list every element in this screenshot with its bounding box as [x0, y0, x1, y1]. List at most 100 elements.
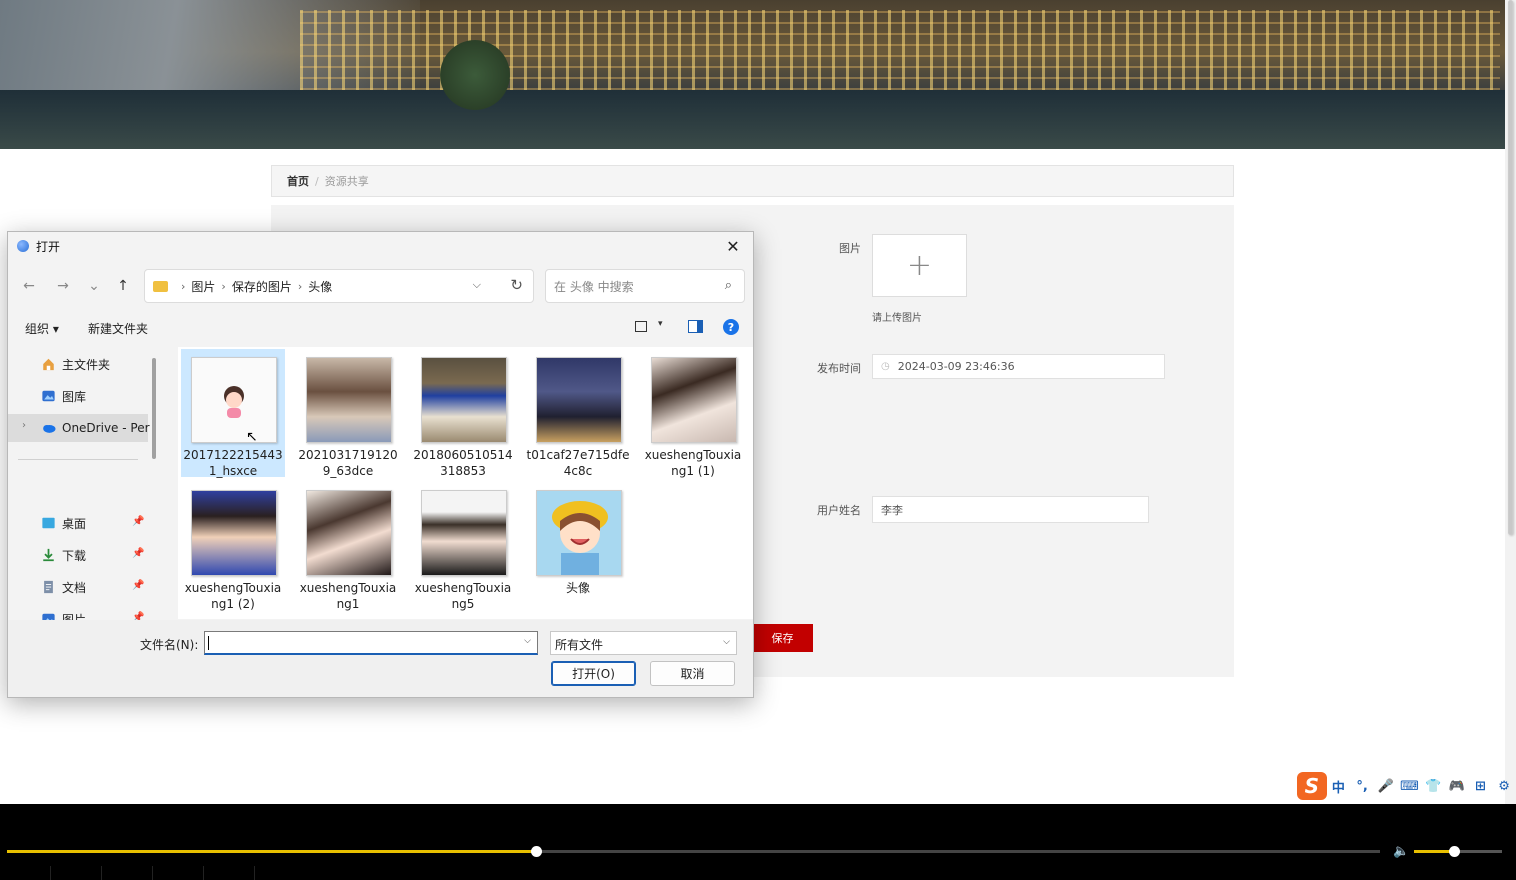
publish-time-value: 2024-03-09 23:46:36 — [897, 360, 1015, 373]
file-item[interactable]: xueshengTouxiang1 — [296, 482, 400, 611]
chevron-down-icon[interactable]: ⌵ — [473, 278, 481, 292]
sidebar-item-pictures[interactable]: 图片 📌 — [8, 605, 148, 620]
ime-punctuation-icon[interactable]: °, — [1350, 779, 1374, 794]
dialog-titlebar[interactable]: 打开 ✕ — [8, 232, 753, 260]
sidebar-item-desktop[interactable]: 桌面 📌 — [8, 509, 148, 537]
ime-keyboard-icon[interactable]: ⌨ — [1398, 779, 1422, 794]
ime-chinese-mode-icon[interactable]: 中 — [1327, 777, 1351, 796]
dialog-title: 打开 — [36, 239, 61, 254]
breadcrumb-separator: / — [315, 174, 319, 188]
search-icon[interactable]: ⌕ — [725, 278, 732, 293]
view-mode-icon[interactable] — [635, 321, 647, 332]
username-value: 李李 — [881, 503, 903, 517]
sidebar-item-home[interactable]: 主文件夹 — [8, 350, 148, 378]
file-list: 20171222154431_hsxce 20210317191209_63dc… — [178, 347, 753, 619]
image-label: 图片 — [839, 242, 861, 255]
chevron-down-icon[interactable]: ⌵ — [524, 636, 531, 646]
pin-icon: 📌 — [132, 548, 145, 559]
up-arrow-icon[interactable]: ↑ — [113, 276, 133, 296]
chevron-right-icon[interactable]: › — [22, 420, 26, 431]
app-icon — [17, 240, 29, 252]
image-upload-button[interactable]: + — [872, 234, 967, 297]
save-button[interactable]: 保存 — [752, 624, 813, 652]
ime-game-icon[interactable]: 🎮 — [1445, 779, 1469, 794]
file-name: 2018060510514318853 — [413, 448, 513, 478]
chevron-down-icon[interactable]: ▾ — [658, 319, 663, 329]
file-thumbnail — [536, 490, 622, 576]
close-icon[interactable]: ✕ — [723, 236, 743, 256]
sidebar-item-documents[interactable]: 文档 📌 — [8, 573, 148, 601]
progress-fill — [7, 850, 536, 853]
breadcrumb-current: 资源共享 — [324, 175, 369, 188]
publish-time-label: 发布时间 — [817, 362, 861, 375]
chevron-right-icon: › — [221, 279, 226, 293]
file-item[interactable]: 20171222154431_hsxce — [181, 349, 285, 478]
navigation-row: ← → ⌄ ↑ › 图片 › 保存的图片 › 头像 ⌵ ↻ 在 头像 中搜索 ⌕ — [8, 268, 753, 304]
organize-menu[interactable]: 组织 ▾ — [25, 320, 59, 337]
ime-voice-icon[interactable]: 🎤 — [1374, 779, 1398, 794]
divider — [254, 866, 255, 880]
open-button[interactable]: 打开(O) — [551, 661, 636, 686]
address-segment[interactable]: 保存的图片 — [232, 278, 292, 295]
file-item[interactable]: 2018060510514318853 — [411, 349, 515, 478]
publish-time-input[interactable]: ◷ 2024-03-09 23:46:36 — [872, 354, 1165, 379]
filetype-select[interactable]: 所有文件 ⌵ — [550, 631, 737, 655]
search-placeholder: 在 头像 中搜索 — [554, 279, 634, 294]
video-player-bar: 🔈 — [0, 804, 1516, 880]
clock-icon: ◷ — [881, 361, 890, 372]
sidebar-scrollbar[interactable] — [152, 358, 156, 459]
refresh-icon[interactable]: ↻ — [510, 276, 523, 294]
documents-icon — [44, 580, 53, 594]
sidebar-item-label: 下载 — [62, 548, 87, 563]
preview-pane-icon[interactable] — [688, 320, 703, 333]
file-item[interactable]: 20210317191209_63dce — [296, 349, 400, 478]
file-name: xueshengTouxiang1 — [299, 581, 397, 611]
volume-icon[interactable]: 🔈 — [1393, 844, 1409, 859]
divider — [50, 866, 51, 880]
dialog-footer: 文件名(N): ⌵ 所有文件 ⌵ 打开(O) 取消 — [8, 620, 753, 697]
back-arrow-icon[interactable]: ← — [19, 276, 39, 296]
file-thumbnail — [191, 490, 277, 576]
file-thumbnail — [306, 357, 392, 443]
username-input[interactable]: 李李 — [872, 496, 1149, 523]
filename-input[interactable]: ⌵ — [204, 631, 538, 655]
sidebar-item-label: 桌面 — [62, 516, 87, 531]
progress-handle[interactable] — [530, 846, 542, 857]
sidebar-item-downloads[interactable]: 下载 📌 — [8, 541, 148, 569]
folder-icon — [153, 280, 168, 292]
help-icon[interactable]: ? — [723, 319, 739, 335]
volume-handle[interactable] — [1448, 846, 1460, 857]
sidebar-item-onedrive[interactable]: › OneDrive - Per — [8, 414, 150, 442]
file-item[interactable]: 头像 — [526, 482, 630, 610]
breadcrumb-home[interactable]: 首页 — [287, 173, 309, 189]
ime-settings-icon[interactable]: ⚙ — [1492, 779, 1516, 794]
volume-fill — [1414, 850, 1454, 853]
file-name: xueshengTouxiang1 (1) — [644, 448, 742, 478]
address-segment[interactable]: 图片 — [191, 278, 215, 295]
ime-toolbox-icon[interactable]: ⊞ — [1469, 779, 1493, 794]
home-icon — [43, 358, 54, 371]
forward-arrow-icon[interactable]: → — [53, 276, 73, 296]
file-name: xueshengTouxiang5 — [414, 581, 512, 611]
chevron-right-icon: › — [297, 279, 303, 293]
address-bar[interactable]: › 图片 › 保存的图片 › 头像 ⌵ ↻ — [144, 269, 534, 303]
sogou-logo-icon[interactable]: S — [1297, 772, 1327, 800]
file-item[interactable]: t01caf27e715dfe4c8c — [526, 349, 630, 478]
address-segment[interactable]: 头像 — [308, 278, 332, 295]
file-item[interactable]: xueshengTouxiang1 (2) — [181, 482, 285, 611]
recent-locations-icon[interactable]: ⌄ — [84, 276, 104, 296]
search-input[interactable]: 在 头像 中搜索 ⌕ — [545, 269, 745, 303]
file-item[interactable]: xueshengTouxiang1 (1) — [641, 349, 745, 478]
file-item[interactable]: xueshengTouxiang5 — [411, 482, 515, 611]
file-thumbnail — [651, 357, 737, 443]
ime-skin-icon[interactable]: 👕 — [1421, 779, 1445, 794]
file-thumbnail — [191, 357, 277, 443]
pin-icon: 📌 — [132, 612, 145, 620]
file-name: xueshengTouxiang1 (2) — [184, 581, 282, 611]
divider — [101, 866, 102, 880]
divider — [18, 459, 138, 460]
page-scrollbar[interactable] — [1505, 0, 1516, 804]
cancel-button[interactable]: 取消 — [650, 661, 735, 686]
new-folder-button[interactable]: 新建文件夹 — [88, 320, 148, 337]
sidebar-item-gallery[interactable]: 图库 — [8, 382, 148, 410]
